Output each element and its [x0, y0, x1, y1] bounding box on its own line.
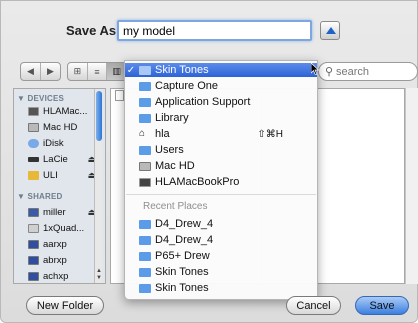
menu-item-label: P65+ Drew [155, 250, 210, 262]
cancel-button[interactable]: Cancel [286, 296, 341, 315]
menu-item-recent[interactable]: D4_Drew_4 [125, 233, 317, 247]
menu-item-library[interactable]: Library [125, 111, 317, 125]
menu-item-label: hla [155, 128, 170, 140]
back-forward-buttons: ◀ ▶ [20, 62, 61, 81]
menu-item-current-folder[interactable]: ✓ Skin Tones [125, 63, 317, 77]
menu-item-recent[interactable]: Skin Tones [125, 265, 317, 279]
computer-icon [28, 240, 39, 249]
icon-view-button[interactable]: ⊞ [68, 63, 88, 80]
list-view-button[interactable]: ≡ [88, 63, 108, 80]
menu-item-recent[interactable]: Skin Tones [125, 281, 317, 295]
computer-icon [28, 256, 39, 265]
scrollbar-thumb[interactable] [96, 91, 102, 141]
search-icon: ⚲ [325, 66, 334, 78]
scroll-arrows-icon[interactable]: ▲ ▼ [95, 268, 103, 282]
folder-icon [139, 235, 151, 245]
folder-icon [139, 97, 151, 107]
menu-item-label: Library [155, 112, 189, 124]
sidebar-item-label: Mac HD [43, 122, 78, 133]
checkmark-icon: ✓ [126, 64, 136, 76]
folder-icon [139, 65, 151, 75]
sidebar-item-label: aarxp [43, 239, 67, 250]
sidebar-scrollbar[interactable]: ▲ ▼ [94, 89, 102, 283]
sidebar: ▼ DEVICES HLAMac... Mac HD iDisk LaCie ⏏… [13, 88, 106, 284]
computer-icon [28, 208, 39, 217]
computer-icon [28, 272, 39, 281]
sidebar-header-shared: ▼ SHARED [17, 192, 63, 201]
menu-item-label: Application Support [155, 96, 251, 108]
drive-icon [28, 171, 39, 180]
view-mode-buttons: ⊞ ≡ ▥ [67, 62, 127, 81]
sidebar-item-label: ULI [43, 170, 58, 181]
save-button[interactable]: Save [355, 296, 409, 315]
save-as-label: Save As: [66, 23, 121, 38]
menu-item-recent[interactable]: P65+ Drew [125, 249, 317, 263]
new-folder-button[interactable]: New Folder [26, 296, 104, 315]
computer-icon [28, 224, 39, 233]
sidebar-item-label: HLAMac... [43, 106, 88, 117]
menu-item-label: Users [155, 144, 184, 156]
sidebar-item-label: abrxp [43, 255, 67, 266]
folder-icon [139, 283, 151, 293]
folder-icon [139, 113, 151, 123]
document-icon [115, 90, 124, 101]
menu-item-label: D4_Drew_4 [155, 234, 214, 246]
menu-item-label: HLAMacBookPro [155, 176, 240, 188]
folder-icon [139, 81, 151, 91]
folder-icon [139, 145, 151, 155]
menu-item-application-support[interactable]: Application Support [125, 95, 317, 109]
back-button[interactable]: ◀ [21, 63, 41, 80]
sidebar-item-label: achxp [43, 271, 69, 282]
display-icon [139, 177, 151, 187]
menu-item-label: Skin Tones [155, 282, 209, 294]
search-field[interactable]: ⚲ search [318, 62, 418, 81]
sidebar-item-label: iDisk [43, 138, 64, 149]
menu-separator [126, 194, 316, 195]
external-drive-icon [28, 157, 39, 162]
forward-button[interactable]: ▶ [41, 63, 60, 80]
keyboard-shortcut: ⇧⌘H [257, 128, 283, 140]
collapse-dialog-button[interactable] [320, 21, 340, 40]
sidebar-item-label: LaCie [43, 154, 68, 165]
menu-item-label: D4_Drew_4 [155, 218, 214, 230]
folder-icon [139, 251, 151, 261]
filename-input[interactable] [117, 20, 312, 41]
folder-icon [139, 219, 151, 229]
menu-item-users[interactable]: Users [125, 143, 317, 157]
menu-item-label: Mac HD [155, 160, 195, 172]
menu-item-capture-one[interactable]: Capture One [125, 79, 317, 93]
harddisk-icon [139, 161, 151, 171]
idisk-icon [28, 139, 39, 148]
menu-item-label: Skin Tones [155, 64, 209, 76]
home-icon: ⌂ [139, 128, 146, 139]
menu-item-recent[interactable]: D4_Drew_4 [125, 217, 317, 231]
search-placeholder: search [336, 66, 370, 78]
pane-edge [405, 88, 418, 284]
recent-places-header: Recent Places [143, 201, 208, 212]
menu-item-label: Skin Tones [155, 266, 209, 278]
sidebar-item-label: miller [43, 207, 66, 218]
mouse-pointer-icon [311, 63, 319, 75]
menu-item-mac-hd[interactable]: Mac HD [125, 159, 317, 173]
menu-item-hlamacbookpro[interactable]: HLAMacBookPro [125, 175, 317, 189]
harddisk-icon [28, 123, 39, 132]
menu-item-hla[interactable]: ⌂ hla ⇧⌘H [125, 127, 317, 141]
sidebar-header-devices: ▼ DEVICES [17, 94, 65, 103]
triangle-up-icon [326, 27, 336, 34]
menu-item-label: Capture One [155, 80, 218, 92]
location-popup-menu: ✓ Skin Tones Capture One Application Sup… [124, 60, 318, 300]
display-icon [28, 107, 39, 116]
folder-icon [139, 267, 151, 277]
sidebar-item-label: 1xQuad... [43, 223, 85, 234]
